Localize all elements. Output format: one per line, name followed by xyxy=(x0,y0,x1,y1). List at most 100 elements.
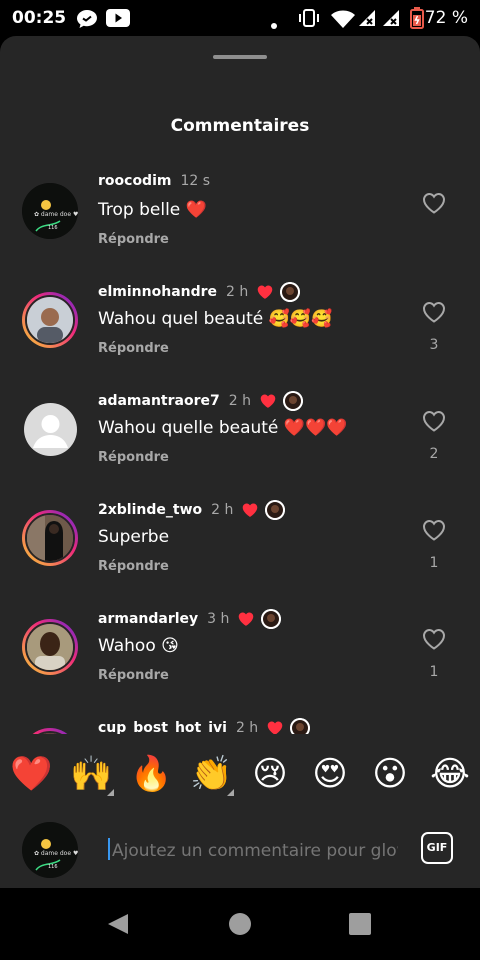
comment-username[interactable]: cup_bost_hot_ivi xyxy=(98,720,227,734)
avatar-photo xyxy=(25,622,75,672)
emoji-laughing-button[interactable]: 😂 xyxy=(430,754,470,794)
creator-liked-heart-icon xyxy=(267,721,283,734)
avatar-photo xyxy=(25,295,75,345)
comment-item: 2xblinde_two 2 h Superbe Répondre 1 xyxy=(0,493,480,593)
comment-composer: ✿ dame doe ♥ 116 GIF xyxy=(0,810,480,888)
comment-input[interactable] xyxy=(110,838,400,864)
creator-avatar xyxy=(290,718,311,734)
comment-username[interactable]: roocodim xyxy=(98,173,171,189)
comment-meta: cup_bost_hot_ivi 2 h xyxy=(98,718,311,734)
like-count: 2 xyxy=(429,446,439,462)
comment-time: 2 h xyxy=(228,393,251,409)
vibrate-icon xyxy=(298,9,320,31)
skin-tone-indicator-icon xyxy=(107,789,114,796)
reply-button[interactable]: Répondre xyxy=(98,232,169,247)
heart-outline-icon[interactable] xyxy=(422,301,446,323)
emoji-heart-eyes-button[interactable]: 😍 xyxy=(310,754,350,794)
avatar-photo xyxy=(25,513,75,563)
comment-item: elminnohandre 2 h Wahou quel beauté 🥰🥰🥰 … xyxy=(0,275,480,375)
comment-time: 2 h xyxy=(226,284,249,300)
skin-tone-indicator-icon xyxy=(227,789,234,796)
heart-outline-icon[interactable] xyxy=(422,192,446,214)
creator-avatar xyxy=(280,282,301,302)
like-count: 1 xyxy=(429,555,439,571)
gif-button[interactable]: GIF xyxy=(421,832,453,864)
heart-outline-icon[interactable] xyxy=(422,628,446,650)
comment-item: armandarley 3 h Wahoo 😘 Répondre 1 xyxy=(0,602,480,702)
emoji-fire-button[interactable]: 🔥 xyxy=(130,754,172,794)
system-nav-bar xyxy=(0,888,480,960)
comment-time: 2 h xyxy=(235,720,259,734)
creator-liked-heart-icon xyxy=(243,503,258,517)
avatar[interactable] xyxy=(22,292,78,348)
svg-text:116: 116 xyxy=(48,864,58,870)
svg-text:✿ dame doe ♥: ✿ dame doe ♥ xyxy=(34,211,78,218)
creator-liked-heart-icon xyxy=(260,394,276,408)
comment-time: 12 s xyxy=(180,173,211,189)
like-count: 3 xyxy=(429,337,439,353)
emoji-crying-button[interactable]: 😢 xyxy=(250,754,290,794)
comment-text: Trop belle ❤️ xyxy=(98,200,207,220)
svg-text:✿ dame doe ♥: ✿ dame doe ♥ xyxy=(34,850,78,857)
signal-1-icon xyxy=(358,9,376,31)
comment-time: 3 h xyxy=(207,611,230,627)
heart-outline-icon[interactable] xyxy=(422,519,446,541)
comments-list[interactable]: ✿ dame doe ♥ 116 roocodim 12 s Trop belle… xyxy=(0,166,480,734)
emoji-surprised-button[interactable]: 😮 xyxy=(370,754,410,794)
comment-meta: elminnohandre 2 h xyxy=(98,282,301,302)
reply-button[interactable]: Répondre xyxy=(98,341,169,356)
comment-meta: roocodim 12 s xyxy=(98,173,210,189)
emoji-clap-button[interactable]: 👏 xyxy=(190,754,234,796)
comment-item: cup_bost_hot_ivi 2 h xyxy=(0,711,480,734)
drag-handle[interactable] xyxy=(213,55,267,59)
default-avatar-icon[interactable] xyxy=(24,403,77,456)
comment-text: Wahou quel beauté 🥰🥰🥰 xyxy=(98,309,333,329)
creator-avatar xyxy=(282,391,303,411)
reply-button[interactable]: Répondre xyxy=(98,559,169,574)
creator-liked-heart-icon xyxy=(258,285,273,299)
wifi-icon xyxy=(330,9,356,33)
comment-item: ✿ dame doe ♥ 116 roocodim 12 s Trop belle… xyxy=(0,166,480,266)
youtube-notification-icon xyxy=(106,9,130,31)
sheet-title: Commentaires xyxy=(170,116,310,136)
comment-username[interactable]: armandarley xyxy=(98,611,198,627)
comment-username[interactable]: 2xblinde_two xyxy=(98,502,202,518)
comment-username[interactable]: adamantraore7 xyxy=(98,393,220,409)
chat-notification-icon xyxy=(76,9,98,33)
comment-meta: 2xblinde_two 2 h xyxy=(98,500,286,520)
reply-button[interactable]: Répondre xyxy=(98,668,169,683)
comment-text: Wahou quelle beauté ❤️❤️❤️ xyxy=(98,418,348,438)
recent-apps-icon[interactable] xyxy=(348,912,372,936)
emoji-glyph: 👏 xyxy=(190,754,233,794)
comment-time: 2 h xyxy=(211,502,234,518)
battery-percent: 72 % xyxy=(424,8,468,28)
avatar[interactable] xyxy=(22,619,78,675)
emoji-glyph: 🙌 xyxy=(70,754,113,794)
emoji-raised-hands-button[interactable]: 🙌 xyxy=(70,754,114,796)
comment-meta: adamantraore7 2 h xyxy=(98,391,303,411)
svg-text:116: 116 xyxy=(48,225,58,231)
status-bar: 00:25 72 % xyxy=(0,0,480,36)
home-icon[interactable] xyxy=(228,912,252,936)
avatar[interactable]: ✿ dame doe ♥ 116 xyxy=(22,183,78,239)
creator-avatar xyxy=(261,609,282,629)
emoji-reaction-bar: ❤️ 🙌 🔥 👏 😢 😍 😮 😂 xyxy=(0,734,480,810)
status-time: 00:25 xyxy=(12,8,67,28)
back-icon[interactable] xyxy=(106,912,130,936)
battery-icon xyxy=(410,7,424,33)
creator-avatar xyxy=(265,500,286,520)
comments-sheet: Commentaires ✿ dame doe ♥ 116 roocodim 12… xyxy=(0,36,480,888)
comment-text: Wahoo 😘 xyxy=(98,636,179,656)
creator-liked-heart-icon xyxy=(239,612,254,626)
current-user-avatar: ✿ dame doe ♥ 116 xyxy=(22,822,78,878)
comment-username[interactable]: elminnohandre xyxy=(98,284,217,300)
avatar[interactable] xyxy=(22,510,78,566)
comment-meta: armandarley 3 h xyxy=(98,609,282,629)
dot-icon xyxy=(271,14,277,33)
emoji-heart-button[interactable]: ❤️ xyxy=(10,754,52,794)
heart-outline-icon[interactable] xyxy=(422,410,446,432)
reply-button[interactable]: Répondre xyxy=(98,450,169,465)
comment-text: Superbe xyxy=(98,527,170,547)
like-count: 1 xyxy=(429,664,439,680)
comment-item: adamantraore7 2 h Wahou quelle beauté ❤️… xyxy=(0,384,480,484)
